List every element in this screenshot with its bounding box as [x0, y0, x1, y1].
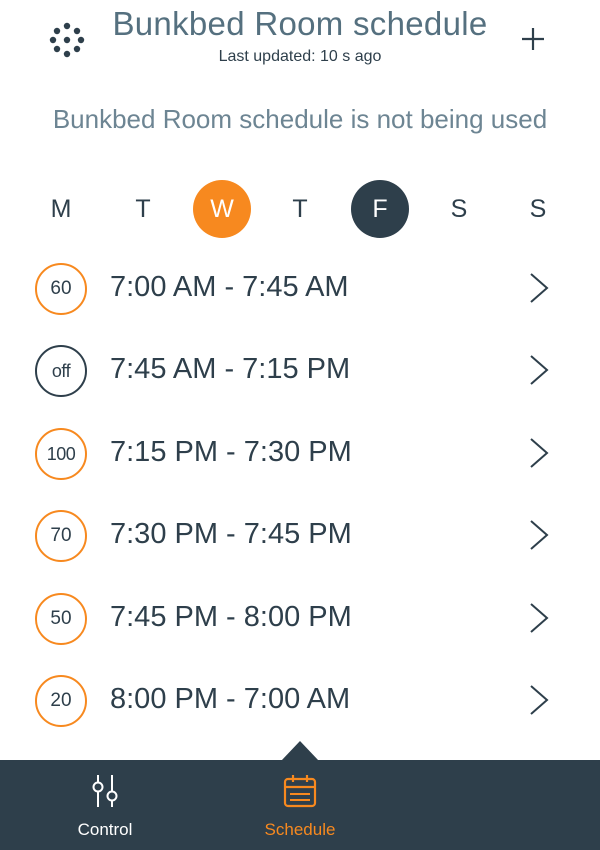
header: Bunkbed Room schedule Last updated: 10 s… — [0, 0, 600, 80]
time-range: 7:15 PM - 7:30 PM — [110, 436, 352, 468]
chevron-right-icon — [530, 685, 549, 715]
bottom-navigation: Control Schedule — [0, 760, 600, 850]
nav-control[interactable]: Control — [35, 760, 175, 850]
time-range: 7:00 AM - 7:45 AM — [110, 271, 349, 303]
level-badge: 70 — [35, 510, 87, 562]
sliders-icon — [92, 775, 118, 807]
schedule-row[interactable]: 70 7:30 PM - 7:45 PM — [0, 492, 600, 574]
chevron-right-icon — [530, 355, 549, 385]
schedule-row[interactable]: 20 8:00 PM - 7:00 AM — [0, 657, 600, 739]
time-range: 7:30 PM - 7:45 PM — [110, 518, 352, 550]
time-range: 7:45 PM - 8:00 PM — [110, 601, 352, 633]
last-updated-text: Last updated: 10 s ago — [218, 48, 382, 65]
chevron-right-icon — [530, 438, 549, 468]
active-tab-pointer — [281, 741, 319, 761]
level-badge: 100 — [35, 428, 87, 480]
schedule-row[interactable]: off 7:45 AM - 7:15 PM — [0, 327, 600, 409]
day-saturday[interactable]: S — [430, 180, 488, 238]
nav-schedule-label: Schedule — [264, 820, 336, 839]
day-monday[interactable]: M — [32, 180, 90, 238]
day-selector: M T W T F S S — [0, 180, 600, 238]
level-badge: 60 — [35, 263, 87, 315]
page-title: Bunkbed Room schedule — [112, 5, 488, 42]
chevron-right-icon — [530, 273, 549, 303]
time-range: 8:00 PM - 7:00 AM — [110, 683, 351, 715]
plus-icon — [522, 28, 544, 50]
calendar-icon — [283, 775, 317, 808]
level-badge: off — [35, 345, 87, 397]
schedule-status-message: Bunkbed Room schedule is not being used — [52, 104, 548, 134]
level-badge: 50 — [35, 593, 87, 645]
add-button[interactable] — [516, 24, 550, 54]
day-friday[interactable]: F — [351, 180, 409, 238]
chevron-right-icon — [530, 603, 549, 633]
schedule-row[interactable]: 60 7:00 AM - 7:45 AM — [0, 245, 600, 327]
chevron-right-icon — [530, 520, 549, 550]
day-tuesday[interactable]: T — [114, 180, 172, 238]
level-badge: 20 — [35, 675, 87, 727]
schedule-row[interactable]: 50 7:45 PM - 8:00 PM — [0, 575, 600, 657]
schedule-row[interactable]: 100 7:15 PM - 7:30 PM — [0, 410, 600, 492]
day-sunday[interactable]: S — [509, 180, 567, 238]
day-wednesday[interactable]: W — [193, 180, 251, 238]
nav-schedule[interactable]: Schedule — [230, 760, 370, 850]
time-range: 7:45 AM - 7:15 PM — [110, 353, 351, 385]
nav-control-label: Control — [77, 820, 133, 839]
day-thursday[interactable]: T — [271, 180, 329, 238]
